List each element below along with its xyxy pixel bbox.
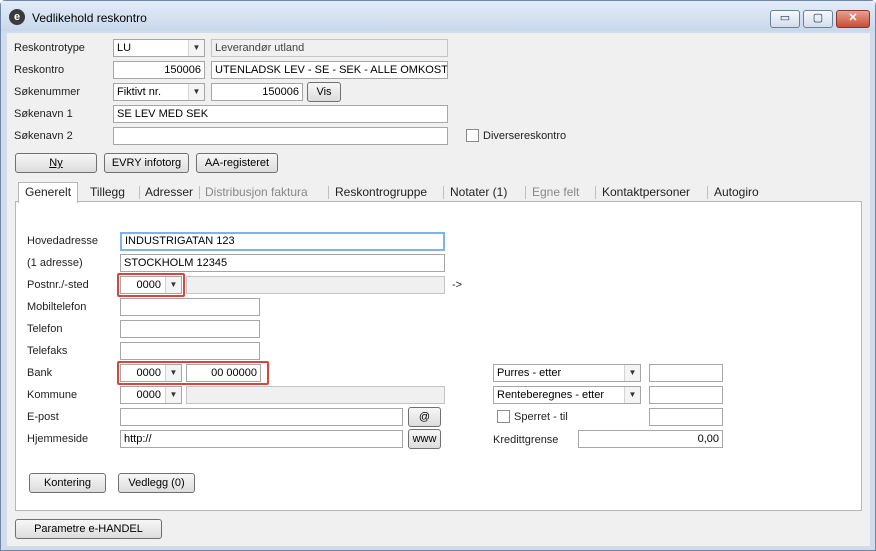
postnr-arrow-label: -> [452,279,463,291]
renteberegnes-field[interactable] [649,386,723,404]
minimize-button[interactable]: ▭ [770,10,800,28]
mobiltelefon-label: Mobiltelefon [27,301,87,313]
telefon-label: Telefon [27,323,63,335]
purres-field[interactable] [649,364,723,382]
kommune-select[interactable]: 0000 ▼ [120,386,182,404]
chevron-down-icon[interactable]: ▼ [188,40,204,56]
adresse1-field[interactable]: STOCKHOLM 12345 [120,254,445,272]
kredittgrense-label: Kredittgrense [493,434,559,446]
tab-tillegg[interactable]: Tillegg [90,184,125,202]
reskontro-number-field[interactable]: 150006 [113,61,205,79]
kommune-value: 0000 [136,389,161,401]
parametre-ehandel-button[interactable]: Parametre e-HANDEL [15,519,162,539]
app-logo-icon: e [9,9,25,25]
tab-adresser[interactable]: Adresser [145,184,193,202]
reskontro-label: Reskontro [14,64,65,76]
tab-autogiro[interactable]: Autogiro [714,184,759,202]
reskontrotype-label: Reskontrotype [14,42,85,54]
tab-separator [199,186,200,199]
tab-notater[interactable]: Notater (1) [450,184,507,202]
form-client-area: Reskontrotype LU ▼ Leverandør utland Res… [7,33,870,546]
sokenummer-field[interactable]: 150006 [211,83,303,101]
tab-strip: Generelt Tillegg Adresser Distribusjon f… [15,182,862,203]
bank-label: Bank [27,367,53,379]
main-window: e Vedlikehold reskontro ▭ ▢ ✕ Reskontrot… [0,0,876,551]
tab-reskontrogruppe[interactable]: Reskontrogruppe [335,184,427,202]
title-bar: e Vedlikehold reskontro ▭ ▢ ✕ [1,1,875,31]
sokenavn1-field[interactable]: SE LEV MED SEK [113,105,448,123]
hjemmeside-label: Hjemmeside [27,433,89,445]
aa-registeret-button[interactable]: AA-registeret [196,153,278,173]
bank-code-value: 0000 [136,367,161,379]
reskontrotype-description: Leverandør utland [211,39,448,57]
sperret-label: Sperret - til [514,411,568,423]
open-website-button[interactable]: www [408,429,441,449]
tab-separator [139,186,140,199]
chevron-down-icon[interactable]: ▼ [624,387,640,403]
tab-distribusjon-faktura[interactable]: Distribusjon faktura [205,184,308,202]
window-title: Vedlikehold reskontro [32,11,147,25]
renteberegnes-value: Renteberegnes - etter [497,389,605,401]
tab-kontaktpersoner[interactable]: Kontaktpersoner [602,184,690,202]
generelt-panel: Hovedadresse INDUSTRIGATAN 123 (1 adress… [15,201,862,511]
sokenavn2-field[interactable] [113,127,448,145]
tab-separator [707,186,708,199]
sokenummer-type-value: Fiktivt nr. [117,86,162,98]
diversereskontro-checkbox[interactable] [466,129,479,142]
bank-code-select[interactable]: 0000 ▼ [120,364,182,382]
renteberegnes-select[interactable]: Renteberegnes - etter ▼ [493,386,641,404]
postnr-value: 0000 [136,279,161,291]
kommune-label: Kommune [27,389,78,401]
sperret-checkbox[interactable] [497,410,510,423]
vedlegg-button[interactable]: Vedlegg (0) [118,473,195,493]
sokenavn1-label: Søkenavn 1 [14,108,73,120]
reskontrotype-select[interactable]: LU ▼ [113,39,205,57]
telefaks-label: Telefaks [27,345,68,357]
tab-separator [443,186,444,199]
adresse1-label: (1 adresse) [27,257,83,269]
evry-infotorg-button[interactable]: EVRY infotorg [104,153,189,173]
sokenummer-type-select[interactable]: Fiktivt nr. ▼ [113,83,205,101]
epost-label: E-post [27,411,59,423]
chevron-down-icon[interactable]: ▼ [624,365,640,381]
bank-account-field[interactable]: 00 00000 [186,364,261,382]
tab-separator [328,186,329,199]
kontering-button[interactable]: Kontering [29,473,106,493]
telefon-field[interactable] [120,320,260,338]
sokenavn2-label: Søkenavn 2 [14,130,73,142]
purres-select[interactable]: Purres - etter ▼ [493,364,641,382]
sokenummer-label: Søkenummer [14,86,81,98]
reskontrotype-value: LU [117,42,132,54]
tab-separator [595,186,596,199]
postnr-label: Postnr./-sted [27,279,89,291]
vis-button[interactable]: Vis [307,82,341,102]
chevron-down-icon[interactable]: ▼ [188,84,204,100]
ny-button[interactable]: Ny [15,153,97,173]
chevron-down-icon[interactable]: ▼ [165,277,181,293]
reskontro-name-field[interactable]: UTENLADSK LEV - SE - SEK - ALLE OMKOSTN [211,61,448,79]
purres-value: Purres - etter [497,367,562,379]
mobiltelefon-field[interactable] [120,298,260,316]
postnr-select[interactable]: 0000 ▼ [120,276,182,294]
epost-field[interactable] [120,408,403,426]
hovedadresse-label: Hovedadresse [27,235,98,247]
sperret-til-field[interactable] [649,408,723,426]
close-button[interactable]: ✕ [836,10,870,28]
chevron-down-icon[interactable]: ▼ [165,365,181,381]
kredittgrense-field[interactable]: 0,00 [578,430,723,448]
hjemmeside-field[interactable]: http:// [120,430,403,448]
maximize-button[interactable]: ▢ [803,10,833,28]
kommune-name-field [186,386,445,404]
poststed-field [186,276,445,294]
tab-separator [525,186,526,199]
send-email-button[interactable]: @ [408,407,441,427]
tab-generelt[interactable]: Generelt [18,182,79,203]
chevron-down-icon[interactable]: ▼ [165,387,181,403]
hovedadresse-field[interactable]: INDUSTRIGATAN 123 [120,232,445,251]
telefaks-field[interactable] [120,342,260,360]
tab-egne-felt[interactable]: Egne felt [532,184,579,202]
diversereskontro-label: Diversereskontro [483,130,567,142]
